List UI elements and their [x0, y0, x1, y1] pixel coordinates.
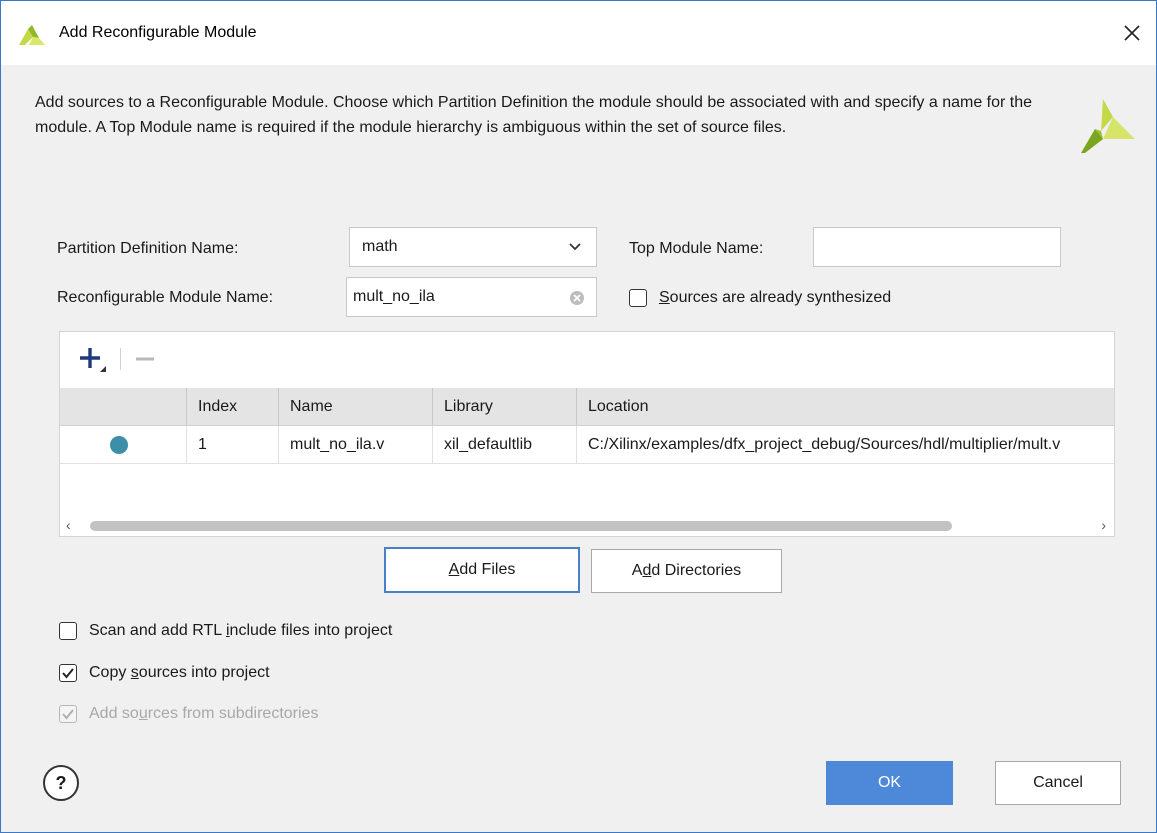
- checkmark-icon: [62, 709, 74, 720]
- chevron-down-icon: [569, 243, 581, 251]
- scrollbar-thumb[interactable]: [90, 521, 952, 531]
- column-header-status[interactable]: [60, 388, 186, 425]
- add-files-button[interactable]: Add Files: [384, 547, 580, 593]
- scan-rtl-include-checkbox[interactable]: [59, 622, 77, 640]
- toolbar-separator: [120, 348, 121, 370]
- add-icon[interactable]: [78, 346, 106, 374]
- row-location: C:/Xilinx/examples/dfx_project_debug/Sou…: [576, 426, 1116, 463]
- sources-synthesized-label: Sources are already synthesized: [659, 289, 892, 306]
- vivado-large-logo-icon: [1081, 99, 1135, 153]
- add-subdirectories-label: Add sources from subdirectories: [89, 705, 319, 722]
- column-header-name[interactable]: Name: [278, 388, 432, 425]
- vivado-logo-icon: [19, 25, 45, 45]
- horizontal-scrollbar[interactable]: ‹ ›: [60, 514, 1114, 536]
- top-module-label: Top Module Name:: [629, 240, 764, 257]
- top-module-input[interactable]: [813, 227, 1061, 267]
- partition-definition-label: Partition Definition Name:: [57, 240, 239, 257]
- partition-definition-value: math: [362, 238, 398, 255]
- scroll-left-icon[interactable]: ‹: [66, 517, 71, 533]
- column-header-index[interactable]: Index: [186, 388, 278, 425]
- row-status-cell: [60, 426, 186, 463]
- row-library: xil_defaultlib: [432, 426, 576, 463]
- help-button[interactable]: ?: [43, 765, 79, 801]
- source-status-dot-icon: [110, 436, 128, 454]
- sources-synthesized-checkbox[interactable]: [629, 289, 647, 307]
- cancel-button[interactable]: Cancel: [995, 761, 1121, 805]
- row-name: mult_no_ila.v: [278, 426, 432, 463]
- close-button[interactable]: [1108, 9, 1156, 57]
- dialog-title: Add Reconfigurable Module: [59, 24, 257, 41]
- scan-rtl-include-label: Scan and add RTL include files into proj…: [89, 622, 393, 639]
- sources-toolbar: [60, 332, 1114, 388]
- copy-sources-label: Copy sources into project: [89, 664, 270, 681]
- checkmark-icon: [62, 668, 74, 679]
- add-reconfigurable-module-dialog: Add Reconfigurable Module Add sources to…: [0, 0, 1157, 833]
- scroll-right-icon[interactable]: ›: [1101, 517, 1106, 533]
- reconfigurable-module-name-input[interactable]: mult_no_ila: [346, 277, 597, 317]
- row-index: 1: [186, 426, 278, 463]
- reconfigurable-module-name-label: Reconfigurable Module Name:: [57, 289, 274, 306]
- ok-button[interactable]: OK: [826, 761, 953, 805]
- add-subdirectories-checkbox: [59, 705, 77, 723]
- partition-definition-combobox[interactable]: math: [349, 227, 597, 267]
- table-header: Index Name Library Location: [60, 388, 1114, 426]
- title-bar: Add Reconfigurable Module: [1, 1, 1156, 65]
- add-directories-button[interactable]: Add Directories: [591, 549, 782, 593]
- column-header-location[interactable]: Location: [576, 388, 1116, 425]
- sources-table-panel: Index Name Library Location 1 mult_no_il…: [59, 331, 1115, 537]
- copy-sources-checkbox[interactable]: [59, 664, 77, 682]
- intro-text: Add sources to a Reconfigurable Module. …: [35, 94, 1033, 136]
- column-header-library[interactable]: Library: [432, 388, 576, 425]
- remove-icon[interactable]: [134, 348, 156, 370]
- clear-icon[interactable]: [568, 289, 586, 307]
- table-row[interactable]: 1 mult_no_ila.v xil_defaultlib C:/Xilinx…: [60, 426, 1114, 464]
- reconfigurable-module-name-value: mult_no_ila: [353, 288, 435, 305]
- close-icon: [1124, 25, 1140, 41]
